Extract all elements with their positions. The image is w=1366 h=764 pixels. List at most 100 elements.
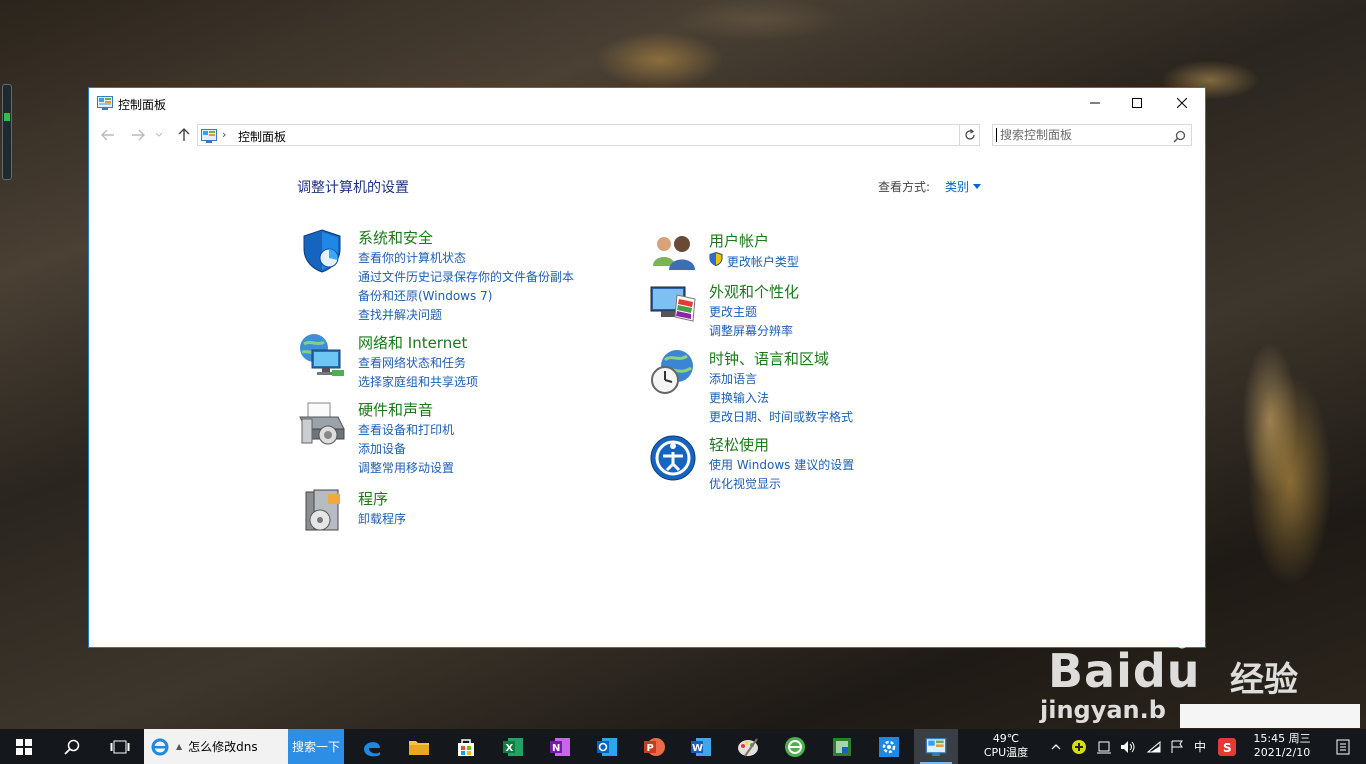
link-date-time-format[interactable]: 更改日期、时间或数字格式 — [709, 408, 853, 427]
taskbar-app-green[interactable] — [820, 729, 864, 764]
sogou-ime-button[interactable]: S — [1214, 729, 1240, 764]
minimize-button[interactable] — [1072, 88, 1117, 118]
start-button[interactable] — [0, 729, 48, 764]
forward-button[interactable] — [129, 126, 147, 144]
category-title[interactable]: 用户帐户 — [709, 230, 769, 251]
taskbar-excel[interactable]: X — [491, 729, 535, 764]
taskbar-powerpoint[interactable]: P — [632, 729, 676, 764]
link-optimize-visual[interactable]: 优化视觉显示 — [709, 475, 854, 494]
appearance-icon[interactable] — [649, 281, 697, 329]
search-input[interactable] — [1000, 126, 1170, 144]
shield-icon[interactable] — [298, 227, 346, 275]
category-title[interactable]: 网络和 Internet — [358, 332, 467, 353]
link-change-theme[interactable]: 更改主题 — [709, 303, 793, 322]
category-title[interactable]: 时钟、语言和区域 — [709, 348, 829, 369]
uac-shield-icon — [709, 251, 723, 267]
taskbar-outlook[interactable] — [585, 729, 629, 764]
link-change-input-method[interactable]: 更换输入法 — [709, 389, 853, 408]
category-title[interactable]: 硬件和声音 — [358, 399, 433, 420]
refresh-button[interactable] — [959, 124, 980, 146]
taskbar-settings[interactable] — [867, 729, 911, 764]
ime-indicator[interactable]: 中 — [1190, 729, 1210, 764]
tray-device-icon[interactable] — [1092, 729, 1116, 764]
network-icon[interactable] — [298, 332, 346, 380]
title-bar[interactable]: 控制面板 — [89, 88, 1205, 118]
clock-date: 2021/2/10 — [1253, 746, 1311, 759]
link-network-status[interactable]: 查看网络状态和任务 — [358, 354, 478, 373]
link-homegroup[interactable]: 选择家庭组和共享选项 — [358, 373, 478, 392]
taskbar-file-explorer[interactable] — [397, 729, 441, 764]
link-backup-restore[interactable]: 备份和还原(Windows 7) — [358, 287, 574, 306]
side-gadget[interactable] — [2, 84, 12, 180]
recent-locations-button[interactable] — [153, 126, 165, 144]
taskbar-onenote[interactable]: N — [538, 729, 582, 764]
ie-search-box[interactable]: ▲ 怎么修改dns — [144, 729, 288, 764]
cpu-temp-label: CPU温度 — [983, 746, 1029, 759]
arrow-up-icon — [178, 128, 190, 141]
side-gadget-knob[interactable] — [4, 113, 10, 121]
control-panel-icon — [925, 737, 947, 756]
search-box[interactable] — [992, 124, 1192, 146]
search-go-button[interactable]: 搜索一下 — [288, 729, 344, 764]
notification-icon — [1336, 739, 1350, 754]
clock[interactable]: 15:45 周三 2021/2/10 — [1246, 732, 1318, 760]
taskbar-word[interactable]: W — [679, 729, 723, 764]
maximize-button[interactable] — [1114, 88, 1159, 118]
link-add-device[interactable]: 添加设备 — [358, 440, 454, 459]
notification-center-button[interactable] — [1326, 729, 1360, 764]
watermark-url: jingyan.b — [1040, 696, 1166, 724]
printer-icon[interactable] — [298, 399, 346, 447]
close-button[interactable] — [1159, 88, 1204, 118]
taskbar-store[interactable] — [444, 729, 488, 764]
tray-overflow-button[interactable] — [1046, 729, 1066, 764]
link-screen-resolution[interactable]: 调整屏幕分辨率 — [709, 322, 793, 341]
cpu-temp-widget[interactable]: 49℃ CPU温度 — [978, 732, 1034, 760]
search-icon[interactable] — [1173, 128, 1186, 147]
link-change-account-type[interactable]: 更改帐户类型 — [709, 251, 799, 272]
view-by-dropdown[interactable]: 类别 — [945, 178, 982, 195]
volume-button[interactable] — [1116, 729, 1140, 764]
link-add-language[interactable]: 添加语言 — [709, 370, 853, 389]
task-view-button[interactable] — [96, 729, 144, 764]
taskbar-paint[interactable] — [726, 729, 770, 764]
link-recommended-settings[interactable]: 使用 Windows 建议的设置 — [709, 456, 854, 475]
category-title[interactable]: 外观和个性化 — [709, 281, 799, 302]
control-panel-window: 控制面板 › 控制面板 搜索控制面板 调整计算机的设置 查看方式: 类别 系统和… — [88, 87, 1206, 648]
taskbar: ▲ 怎么修改dns 搜索一下 X N P W 49℃ CPU温度 中 S 15:… — [0, 729, 1366, 764]
app-green-icon — [833, 737, 851, 756]
ease-of-access-icon[interactable] — [649, 434, 697, 482]
view-by-value[interactable]: 类别 — [945, 178, 969, 195]
taskbar-360-browser[interactable] — [773, 729, 817, 764]
refresh-icon — [964, 129, 975, 140]
svg-text:W: W — [692, 743, 703, 754]
up-button[interactable] — [175, 126, 193, 144]
ie-search-text[interactable]: 怎么修改dns — [188, 738, 257, 755]
link-mobility-settings[interactable]: 调整常用移动设置 — [358, 459, 454, 478]
search-taskbar-button[interactable] — [48, 729, 96, 764]
address-row: › 控制面板 — [89, 118, 1205, 150]
category-title[interactable]: 系统和安全 — [358, 227, 433, 248]
link-uninstall-program[interactable]: 卸载程序 — [358, 510, 406, 529]
users-icon[interactable] — [649, 230, 697, 278]
arrow-right-icon — [132, 129, 145, 141]
taskbar-control-panel[interactable] — [914, 729, 958, 764]
link-view-computer-status[interactable]: 查看你的计算机状态 — [358, 249, 574, 268]
control-panel-icon — [201, 128, 217, 147]
link-label[interactable]: 更改帐户类型 — [727, 255, 799, 269]
programs-icon[interactable] — [298, 488, 346, 536]
breadcrumb[interactable]: 控制面板 — [238, 128, 286, 145]
category-title[interactable]: 轻松使用 — [709, 434, 769, 455]
back-button[interactable] — [99, 126, 117, 144]
folder-icon — [409, 740, 429, 755]
network-button[interactable] — [1142, 729, 1166, 764]
clock-globe-icon[interactable] — [649, 348, 697, 396]
address-bar[interactable]: › 控制面板 — [197, 124, 980, 146]
category-title[interactable]: 程序 — [358, 488, 388, 509]
taskbar-edge[interactable] — [350, 729, 394, 764]
plus-badge-icon — [1072, 739, 1086, 754]
action-flag-button[interactable] — [1166, 729, 1188, 764]
tray-app-icon[interactable] — [1068, 729, 1090, 764]
link-troubleshoot[interactable]: 查找并解决问题 — [358, 306, 574, 325]
link-file-history[interactable]: 通过文件历史记录保存你的文件备份副本 — [358, 268, 574, 287]
link-devices-printers[interactable]: 查看设备和打印机 — [358, 421, 454, 440]
